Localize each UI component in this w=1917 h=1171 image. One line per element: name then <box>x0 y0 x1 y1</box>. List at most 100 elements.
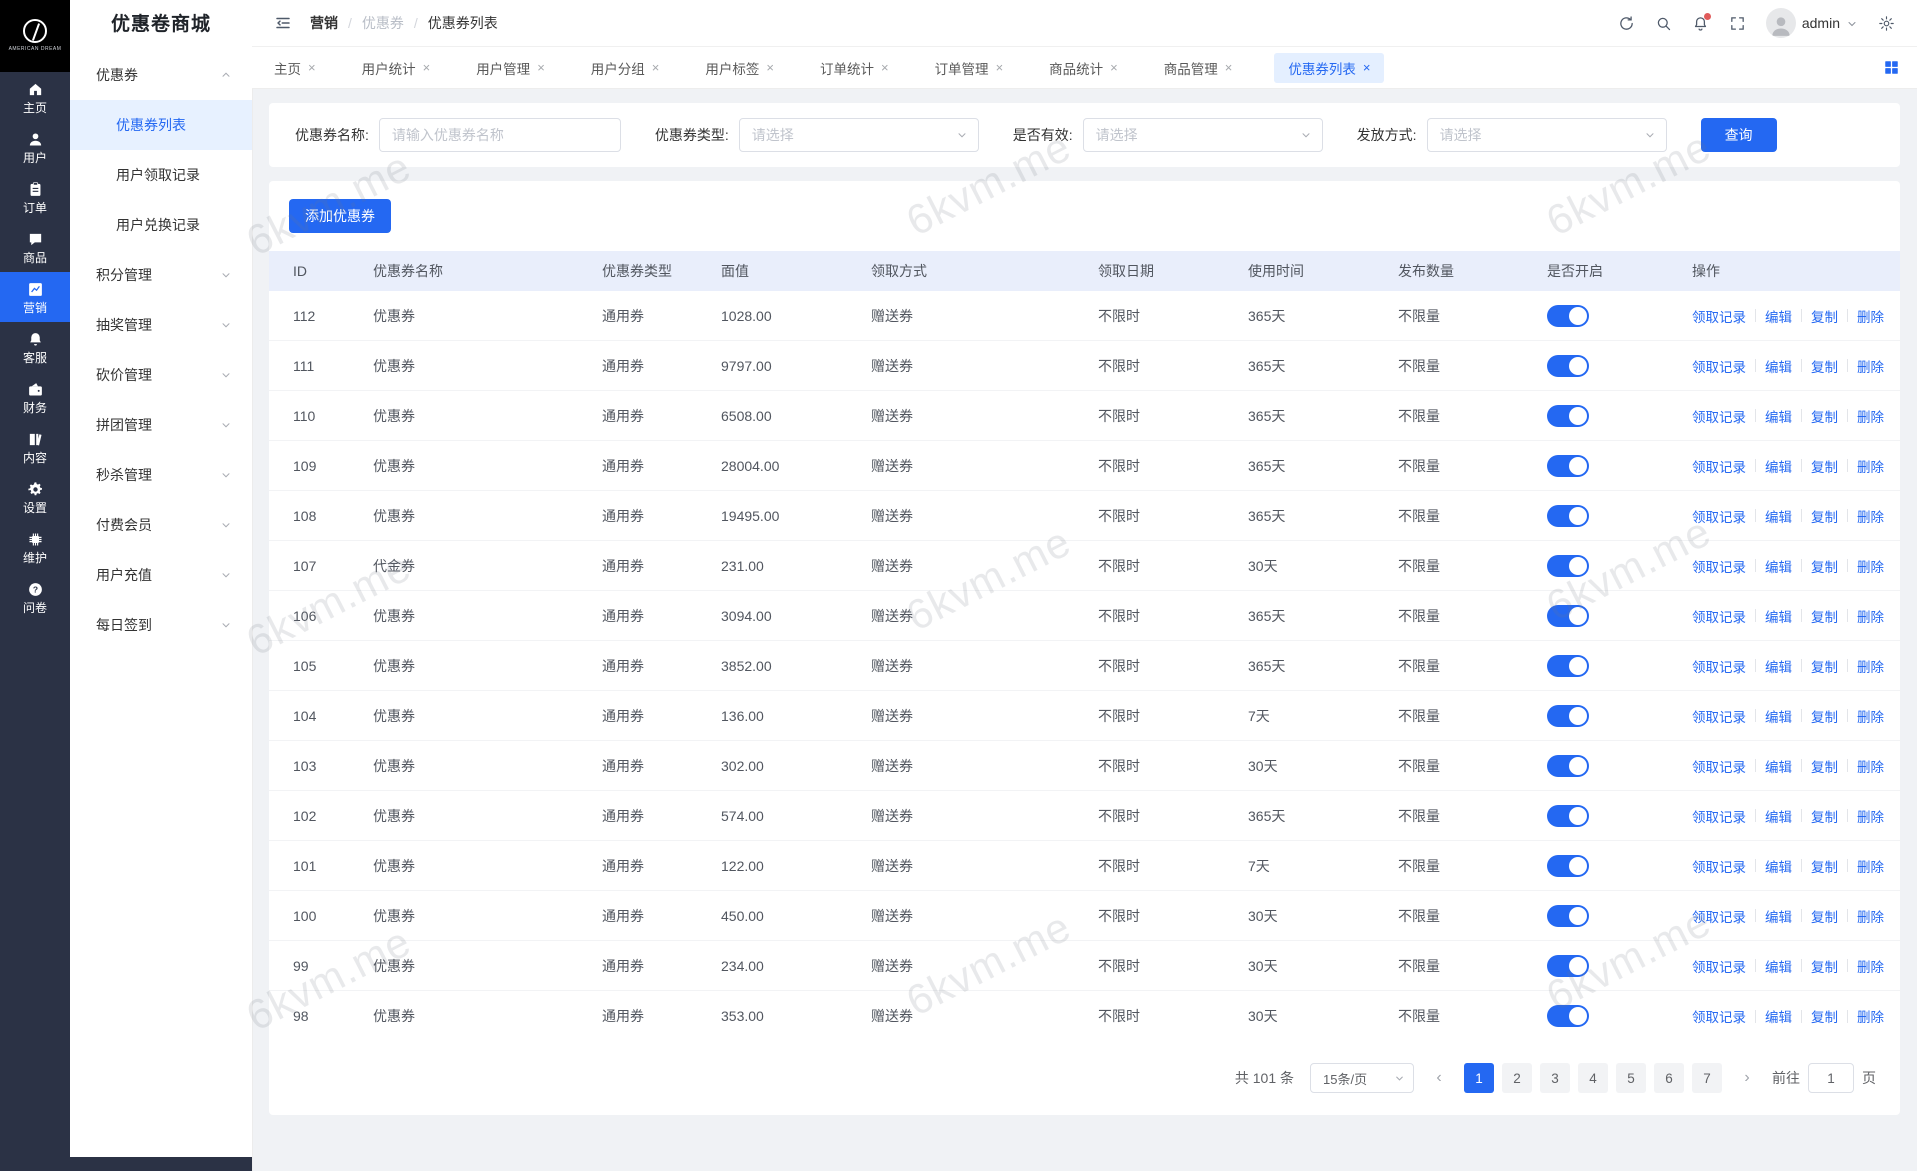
tab-close-icon[interactable]: × <box>537 61 545 74</box>
action-link[interactable]: 删除 <box>1857 656 1884 676</box>
rail-item[interactable]: 主页 <box>0 72 70 122</box>
rail-item[interactable]: 用户 <box>0 122 70 172</box>
tab-grid-icon[interactable] <box>1884 60 1899 75</box>
tab-订单统计[interactable]: 订单统计 × <box>816 53 893 83</box>
action-link[interactable]: 复制 <box>1811 706 1838 726</box>
enable-toggle[interactable] <box>1547 704 1589 727</box>
action-link[interactable]: 领取记录 <box>1692 506 1746 526</box>
action-link[interactable]: 复制 <box>1811 756 1838 776</box>
action-link[interactable]: 删除 <box>1857 356 1884 376</box>
page-button[interactable]: 3 <box>1540 1063 1570 1093</box>
action-link[interactable]: 删除 <box>1857 306 1884 326</box>
next-page-button[interactable]: › <box>1736 1063 1758 1093</box>
action-link[interactable]: 复制 <box>1811 656 1838 676</box>
tab-close-icon[interactable]: × <box>881 61 889 74</box>
action-link[interactable]: 领取记录 <box>1692 806 1746 826</box>
rail-item[interactable]: 商品 <box>0 222 70 272</box>
enable-toggle[interactable] <box>1547 304 1589 327</box>
filter-select[interactable]: 请选择 <box>738 118 979 152</box>
enable-toggle[interactable] <box>1547 354 1589 377</box>
sidebar-group[interactable]: 优惠券 <box>70 50 252 100</box>
tab-优惠券列表[interactable]: 优惠券列表 × <box>1274 52 1385 83</box>
tab-close-icon[interactable]: × <box>423 61 431 74</box>
action-link[interactable]: 删除 <box>1857 806 1884 826</box>
action-link[interactable]: 领取记录 <box>1692 556 1746 576</box>
action-link[interactable]: 复制 <box>1811 806 1838 826</box>
refresh-icon[interactable] <box>1618 15 1635 32</box>
search-icon[interactable] <box>1655 15 1672 32</box>
rail-item[interactable]: 维护 <box>0 522 70 572</box>
page-button[interactable]: 4 <box>1578 1063 1608 1093</box>
action-link[interactable]: 删除 <box>1857 956 1884 976</box>
action-link[interactable]: 领取记录 <box>1692 956 1746 976</box>
action-link[interactable]: 领取记录 <box>1692 906 1746 926</box>
sidebar-group[interactable]: 积分管理 <box>70 250 252 300</box>
action-link[interactable]: 领取记录 <box>1692 356 1746 376</box>
action-link[interactable]: 编辑 <box>1765 656 1792 676</box>
rail-item[interactable]: 内容 <box>0 422 70 472</box>
action-link[interactable]: 删除 <box>1857 1006 1884 1026</box>
action-link[interactable]: 领取记录 <box>1692 656 1746 676</box>
action-link[interactable]: 编辑 <box>1765 906 1792 926</box>
enable-toggle[interactable] <box>1547 1005 1589 1027</box>
action-link[interactable]: 复制 <box>1811 856 1838 876</box>
action-link[interactable]: 删除 <box>1857 706 1884 726</box>
action-link[interactable]: 编辑 <box>1765 756 1792 776</box>
coupon-name-input[interactable] <box>378 118 621 152</box>
tab-close-icon[interactable]: × <box>1225 61 1233 74</box>
notification-bell-icon[interactable] <box>1692 12 1711 32</box>
tab-用户分组[interactable]: 用户分组 × <box>587 53 664 83</box>
action-link[interactable]: 编辑 <box>1765 606 1792 626</box>
action-link[interactable]: 编辑 <box>1765 506 1792 526</box>
enable-toggle[interactable] <box>1547 854 1589 877</box>
action-link[interactable]: 删除 <box>1857 906 1884 926</box>
app-logo[interactable]: AMERICAN DREAM <box>0 0 70 72</box>
action-link[interactable]: 领取记录 <box>1692 306 1746 326</box>
action-link[interactable]: 编辑 <box>1765 856 1792 876</box>
tab-订单管理[interactable]: 订单管理 × <box>931 53 1008 83</box>
search-button[interactable]: 查询 <box>1700 118 1777 152</box>
enable-toggle[interactable] <box>1547 754 1589 777</box>
page-button[interactable]: 1 <box>1464 1063 1494 1093</box>
action-link[interactable]: 领取记录 <box>1692 756 1746 776</box>
tab-商品统计[interactable]: 商品统计 × <box>1045 53 1122 83</box>
filter-select[interactable]: 请选择 <box>1082 118 1323 152</box>
enable-toggle[interactable] <box>1547 504 1589 527</box>
tab-用户统计[interactable]: 用户统计 × <box>358 53 435 83</box>
sidebar-group[interactable]: 付费会员 <box>70 500 252 550</box>
action-link[interactable]: 复制 <box>1811 606 1838 626</box>
tab-close-icon[interactable]: × <box>1363 61 1371 74</box>
rail-item[interactable]: 订单 <box>0 172 70 222</box>
action-link[interactable]: 复制 <box>1811 456 1838 476</box>
action-link[interactable]: 删除 <box>1857 756 1884 776</box>
action-link[interactable]: 复制 <box>1811 406 1838 426</box>
enable-toggle[interactable] <box>1547 604 1589 627</box>
breadcrumb-item[interactable]: 优惠券列表 <box>428 13 498 33</box>
action-link[interactable]: 编辑 <box>1765 306 1792 326</box>
action-link[interactable]: 删除 <box>1857 856 1884 876</box>
enable-toggle[interactable] <box>1547 654 1589 677</box>
sidebar-group[interactable]: 秒杀管理 <box>70 450 252 500</box>
tab-close-icon[interactable]: × <box>652 61 660 74</box>
add-coupon-button[interactable]: 添加优惠券 <box>289 199 391 233</box>
rail-item[interactable]: 客服 <box>0 322 70 372</box>
enable-toggle[interactable] <box>1547 954 1589 977</box>
prev-page-button[interactable]: ‹ <box>1428 1063 1450 1093</box>
action-link[interactable]: 领取记录 <box>1692 706 1746 726</box>
action-link[interactable]: 删除 <box>1857 406 1884 426</box>
sidebar-group[interactable]: 抽奖管理 <box>70 300 252 350</box>
action-link[interactable]: 编辑 <box>1765 356 1792 376</box>
fullscreen-icon[interactable] <box>1729 15 1746 32</box>
tab-close-icon[interactable]: × <box>766 61 774 74</box>
goto-page-input[interactable] <box>1808 1063 1854 1093</box>
sidebar-item[interactable]: 用户领取记录 <box>70 150 252 200</box>
action-link[interactable]: 编辑 <box>1765 406 1792 426</box>
action-link[interactable]: 编辑 <box>1765 956 1792 976</box>
action-link[interactable]: 编辑 <box>1765 456 1792 476</box>
sidebar-group[interactable]: 拼团管理 <box>70 400 252 450</box>
action-link[interactable]: 编辑 <box>1765 806 1792 826</box>
breadcrumb-item[interactable]: 优惠券 <box>362 13 404 33</box>
action-link[interactable]: 复制 <box>1811 906 1838 926</box>
action-link[interactable]: 领取记录 <box>1692 606 1746 626</box>
tab-用户标签[interactable]: 用户标签 × <box>701 53 778 83</box>
